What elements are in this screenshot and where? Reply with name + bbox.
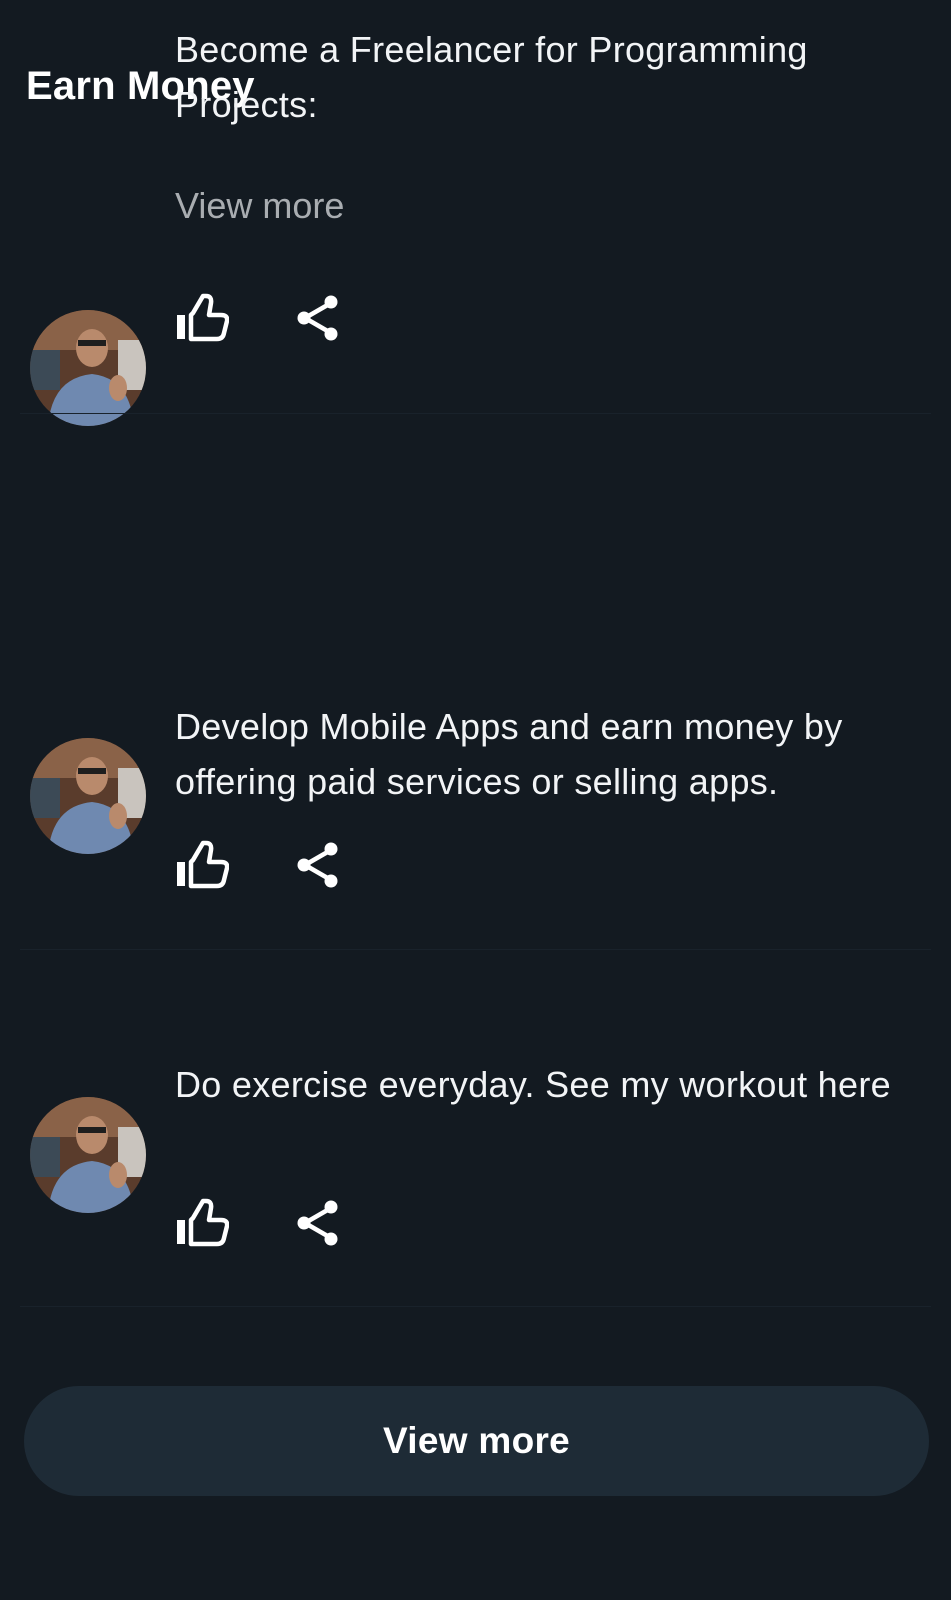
like-button[interactable]	[172, 290, 232, 346]
post-actions	[172, 1195, 348, 1251]
post-actions	[172, 837, 348, 893]
share-icon	[297, 842, 338, 888]
avatar[interactable]	[30, 1097, 146, 1213]
view-more-button[interactable]: View more	[24, 1386, 929, 1496]
avatar-image	[30, 310, 146, 426]
avatar[interactable]	[30, 310, 146, 426]
view-more-link[interactable]: View more	[175, 184, 344, 228]
avatar[interactable]	[30, 738, 146, 854]
like-button[interactable]	[172, 837, 232, 893]
thumbs-up-icon	[177, 840, 229, 889]
share-button[interactable]	[288, 290, 348, 346]
like-button[interactable]	[172, 1195, 232, 1251]
thumbs-up-icon	[177, 293, 229, 342]
share-icon	[297, 1200, 338, 1246]
post-text: Become a Freelancer for Programming Proj…	[175, 29, 808, 125]
post-text: Develop Mobile Apps and earn money by of…	[175, 706, 843, 802]
divider	[20, 949, 931, 950]
thumbs-up-icon	[177, 1198, 229, 1247]
share-button[interactable]	[288, 837, 348, 893]
share-button[interactable]	[288, 1195, 348, 1251]
post-actions	[172, 290, 348, 346]
divider	[20, 1306, 931, 1307]
avatar-image	[30, 738, 146, 854]
share-icon	[297, 295, 338, 341]
divider	[20, 413, 931, 414]
avatar-image	[30, 1097, 146, 1213]
post-text: Do exercise everyday. See my workout her…	[175, 1064, 891, 1105]
